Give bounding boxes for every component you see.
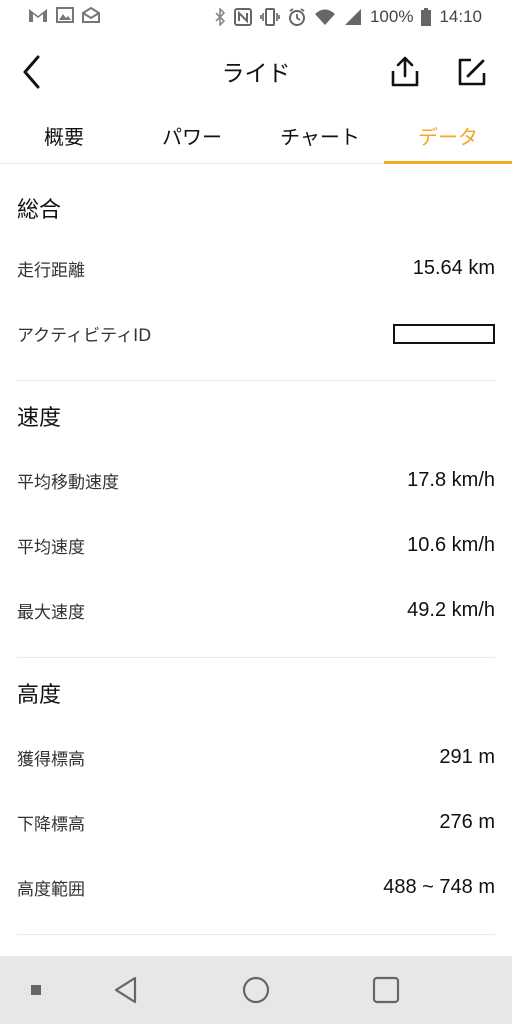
nav-recents-button[interactable]: [364, 956, 408, 1024]
row-value: 10.6 km/h: [407, 534, 495, 556]
list-item: 平均速度 10.6 km/h: [17, 513, 495, 578]
nav-home-button[interactable]: [234, 956, 278, 1024]
data-content: 総合 走行距離 15.64 km アクティビティID 速度 平均移動速度 17.…: [0, 164, 512, 935]
section-speed: 速度 平均移動速度 17.8 km/h 平均速度 10.6 km/h 最大速度 …: [0, 381, 512, 643]
tab-overview[interactable]: 概要: [0, 112, 128, 163]
list-item: 高度範囲 488 ~ 748 m: [17, 855, 495, 920]
notification-icons: [28, 6, 100, 27]
bluetooth-icon: [214, 8, 226, 26]
vibrate-icon: [260, 8, 280, 26]
activity-id-redacted: [393, 323, 495, 344]
gmail-icon: [28, 7, 48, 27]
tab-power[interactable]: パワー: [128, 112, 256, 163]
row-label: 獲得標高: [17, 750, 85, 770]
list-item: アクティビティID: [17, 301, 495, 366]
section-title: 高度: [17, 683, 62, 708]
battery-icon: [421, 8, 432, 26]
row-value: 17.8 km/h: [407, 469, 495, 491]
row-label: 下降標高: [17, 815, 85, 835]
section-altitude: 高度 獲得標高 291 m 下降標高 276 m 高度範囲 488 ~ 748 …: [0, 658, 512, 920]
circle-home-icon: [242, 976, 270, 1004]
page-title: ライド: [221, 61, 291, 87]
square-recents-icon: [372, 976, 400, 1004]
mail-icon: [82, 6, 100, 27]
tab-bar: 概要 パワー チャート データ: [0, 112, 512, 164]
row-value: 488 ~ 748 m: [383, 876, 495, 898]
edit-button[interactable]: [454, 52, 490, 92]
row-label: 平均移動速度: [17, 473, 119, 493]
divider: [17, 934, 495, 935]
list-item: 最大速度 49.2 km/h: [17, 578, 495, 643]
row-label: 平均速度: [17, 538, 85, 558]
alarm-icon: [288, 8, 306, 26]
battery-percent: 100%: [369, 7, 414, 26]
system-icons: 100% 14:10: [214, 7, 482, 27]
list-item: 走行距離 15.64 km: [17, 236, 495, 301]
nfc-icon: [233, 8, 252, 26]
nav-dot-button[interactable]: [26, 956, 46, 1024]
app-header: ライド: [0, 34, 512, 112]
signal-icon: [344, 8, 362, 26]
gallery-icon: [56, 7, 74, 27]
triangle-back-icon: [114, 976, 137, 1004]
row-value: 276 m: [439, 811, 495, 833]
list-item: 下降標高 276 m: [17, 790, 495, 855]
row-value: 49.2 km/h: [407, 599, 495, 621]
row-label: アクティビティID: [17, 326, 152, 346]
share-button[interactable]: [387, 52, 423, 92]
tab-data[interactable]: データ: [384, 112, 512, 164]
row-label: 走行距離: [17, 261, 85, 281]
clock: 14:10: [439, 7, 482, 26]
tab-chart[interactable]: チャート: [256, 112, 384, 163]
section-overall: 総合 走行距離 15.64 km アクティビティID: [0, 164, 512, 366]
wifi-icon: [314, 8, 336, 26]
share-icon: [391, 56, 419, 87]
row-label: 高度範囲: [17, 880, 85, 900]
section-title: 速度: [17, 406, 62, 431]
status-bar: 100% 14:10: [0, 0, 512, 34]
list-item: 平均移動速度 17.8 km/h: [17, 448, 495, 513]
dot-icon: [31, 985, 41, 995]
row-value: 291 m: [439, 746, 495, 768]
row-value: 15.64 km: [412, 257, 495, 279]
edit-icon: [458, 58, 486, 86]
section-title: 総合: [17, 198, 62, 223]
row-label: 最大速度: [17, 603, 85, 623]
nav-back-button[interactable]: [104, 956, 148, 1024]
system-nav-bar: [0, 956, 512, 1024]
list-item: 獲得標高 291 m: [17, 725, 495, 790]
